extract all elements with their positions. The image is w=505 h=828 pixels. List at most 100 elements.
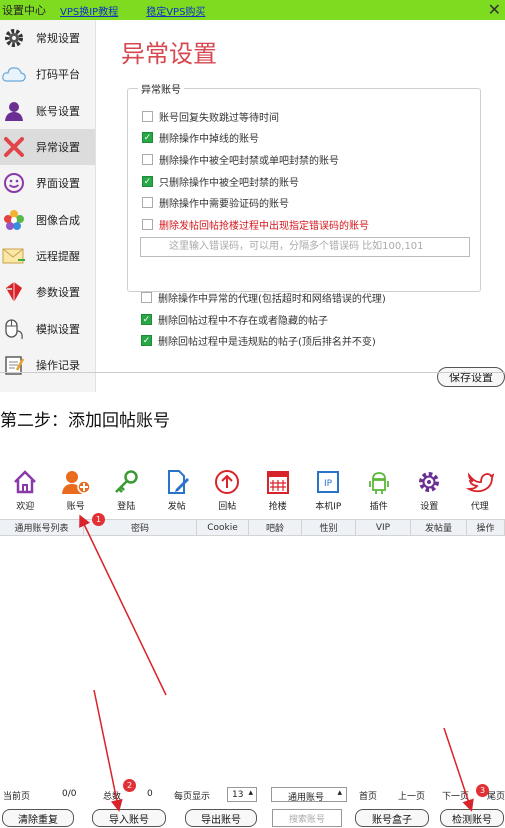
option-delete-fully-banned[interactable]: ✓ 只删除操作中被全吧封禁的账号 [142, 174, 299, 189]
option-delete-banned[interactable]: 删除操作中被全吧封禁或单吧封禁的账号 [142, 152, 339, 167]
sidebar-item-captcha[interactable]: 打码平台 [0, 56, 95, 92]
sidebar-item-simulate[interactable]: 模拟设置 [0, 310, 95, 346]
vps-ip-tutorial-link[interactable]: VPS换IP教程 [60, 3, 118, 18]
export-accounts-button[interactable]: 导出账号 [185, 809, 257, 827]
account-type-select[interactable]: 通用账号 ▴ [271, 787, 347, 803]
toolbar-plugin[interactable]: 插件 [354, 467, 405, 515]
option-label: 删除回帖过程中是违规贴的帖子(顶后排名并不变) [158, 337, 376, 348]
upload-circle-icon [212, 467, 242, 497]
settings-gear-icon [414, 467, 444, 497]
pagination-bar: 当前页 0/0 总数 0 每页显示 13 ▴ 通用账号 ▴ 首页 上一页 下一页… [0, 787, 505, 803]
checkbox[interactable] [142, 219, 153, 230]
column-header[interactable]: 吧龄 [249, 520, 302, 535]
sidebar-item-general[interactable]: 常规设置 [0, 20, 95, 56]
checkbox-checked[interactable]: ✓ [141, 335, 152, 346]
next-page-link[interactable]: 下一页 [442, 789, 469, 802]
vps-purchase-link[interactable]: 稳定VPS购买 [146, 3, 205, 18]
smiley-icon [2, 171, 26, 195]
settings-titlebar: 设置中心 VPS换IP教程 稳定VPS购买 ✕ [0, 0, 505, 20]
toolbar-settings[interactable]: 设置 [404, 467, 455, 515]
column-header[interactable]: 性别 [302, 520, 356, 535]
checkbox-checked[interactable]: ✓ [141, 314, 152, 325]
save-settings-button[interactable]: 保存设置 [437, 367, 505, 387]
home-icon [10, 467, 40, 497]
search-account-input[interactable]: 搜索账号 [272, 809, 342, 827]
column-header[interactable]: VIP [356, 520, 411, 535]
column-header[interactable]: 操作 [467, 520, 505, 535]
last-page-link[interactable]: 尾页 [487, 789, 505, 802]
toolbar-account[interactable]: 账号 [51, 467, 102, 515]
bird-icon [465, 467, 495, 497]
prev-page-link[interactable]: 上一页 [398, 789, 425, 802]
android-icon [364, 467, 394, 497]
toolbar-label: 发帖 [167, 502, 186, 512]
toolbar-label: 欢迎 [16, 502, 35, 512]
sidebar-item-label: 模拟设置 [36, 322, 80, 336]
cloud-icon [2, 62, 26, 86]
toolbar-local-ip[interactable]: IP 本机IP [303, 467, 354, 515]
toolbar-reply[interactable]: 回帖 [202, 467, 253, 515]
red-x-icon [2, 135, 26, 159]
toolbar-grab-floor[interactable]: 抢楼 [253, 467, 304, 515]
add-user-icon [61, 467, 91, 497]
column-header[interactable]: 通用账号列表 [0, 520, 84, 535]
checkbox-checked[interactable]: ✓ [142, 176, 153, 187]
option-label: 删除操作中被全吧封禁或单吧封禁的账号 [159, 156, 339, 167]
per-page-label: 每页显示 [174, 792, 211, 802]
sidebar-item-label: 参数设置 [36, 286, 80, 300]
flower-icon [2, 208, 26, 232]
checkbox[interactable] [142, 197, 153, 208]
account-table-header: 通用账号列表 密码 Cookie 吧龄 性别 VIP 发帖量 操作 [0, 519, 505, 536]
check-accounts-button[interactable]: 检测账号 [440, 809, 504, 827]
clear-duplicates-button[interactable]: 清除重复 [2, 809, 74, 827]
toolbar-login[interactable]: 登陆 [101, 467, 152, 515]
option-delete-missing-post[interactable]: ✓ 删除回帖过程中不存在或者隐藏的帖子 [141, 312, 328, 327]
toolbar-welcome[interactable]: 欢迎 [0, 467, 51, 515]
sidebar-item-image[interactable]: 图像合成 [0, 201, 95, 237]
divider [0, 372, 505, 373]
main-toolbar: 欢迎 账号 登陆 发帖 回帖 抢楼 IP 本机IP 插件 设置 代理 [0, 467, 505, 515]
checkbox[interactable] [142, 154, 153, 165]
checkbox[interactable] [141, 292, 152, 303]
option-delete-offline[interactable]: ✓ 删除操作中掉线的账号 [142, 130, 259, 145]
option-delete-captcha[interactable]: 删除操作中需要验证码的账号 [142, 195, 289, 210]
close-icon[interactable]: ✕ [488, 0, 501, 20]
stepper-icon: ▴ [248, 788, 253, 798]
envelope-icon [2, 244, 26, 268]
option-skip-wait[interactable]: 账号回复失败跳过等待时间 [142, 109, 279, 124]
sidebar-item-label: 账号设置 [36, 104, 80, 118]
sidebar-item-params[interactable]: 参数设置 [0, 274, 95, 310]
option-label: 账号回复失败跳过等待时间 [159, 113, 279, 124]
document-edit-icon [162, 467, 192, 497]
error-code-input[interactable]: 这里输入错误码，可以用，分隔多个错误码 比如100,101 [140, 237, 470, 257]
toolbar-proxy[interactable]: 代理 [455, 467, 505, 515]
account-box-button[interactable]: 账号盒子 [355, 809, 429, 827]
group-legend: 异常账号 [138, 81, 184, 96]
sidebar-item-log[interactable]: 操作记录 [0, 347, 95, 383]
option-label: 删除操作中需要验证码的账号 [159, 199, 289, 210]
notepad-icon [2, 353, 26, 377]
settings-window-title: 设置中心 [2, 4, 46, 17]
toolbar-label: 抢楼 [268, 502, 287, 512]
import-accounts-button[interactable]: 导入账号 [92, 809, 166, 827]
option-delete-bad-proxy[interactable]: 删除操作中异常的代理(包括超时和网络错误的代理) [141, 290, 386, 305]
option-delete-error-code[interactable]: 删除发帖回帖抢楼过程中出现指定错误码的账号 [142, 217, 369, 232]
column-header[interactable]: Cookie [197, 520, 249, 535]
cube-icon [2, 280, 26, 304]
checkbox-checked[interactable]: ✓ [142, 132, 153, 143]
first-page-link[interactable]: 首页 [359, 789, 377, 802]
sidebar-item-remote[interactable]: 远程提醒 [0, 238, 95, 274]
toolbar-post[interactable]: 发帖 [152, 467, 203, 515]
gear-icon [2, 26, 26, 50]
sidebar-item-label: 操作记录 [36, 358, 80, 372]
column-header[interactable]: 发帖量 [411, 520, 467, 535]
chevron-up-icon: ▴ [337, 788, 342, 798]
sidebar-item-exception[interactable]: 异常设置 [0, 128, 95, 166]
option-delete-violation-post[interactable]: ✓ 删除回帖过程中是违规贴的帖子(顶后排名并不变) [141, 333, 376, 348]
per-page-stepper[interactable]: 13 ▴ [227, 787, 257, 802]
sidebar-item-account[interactable]: 账号设置 [0, 93, 95, 129]
toolbar-label: 代理 [470, 502, 489, 512]
user-icon [2, 99, 26, 123]
sidebar-item-interface[interactable]: 界面设置 [0, 165, 95, 201]
checkbox[interactable] [142, 111, 153, 122]
